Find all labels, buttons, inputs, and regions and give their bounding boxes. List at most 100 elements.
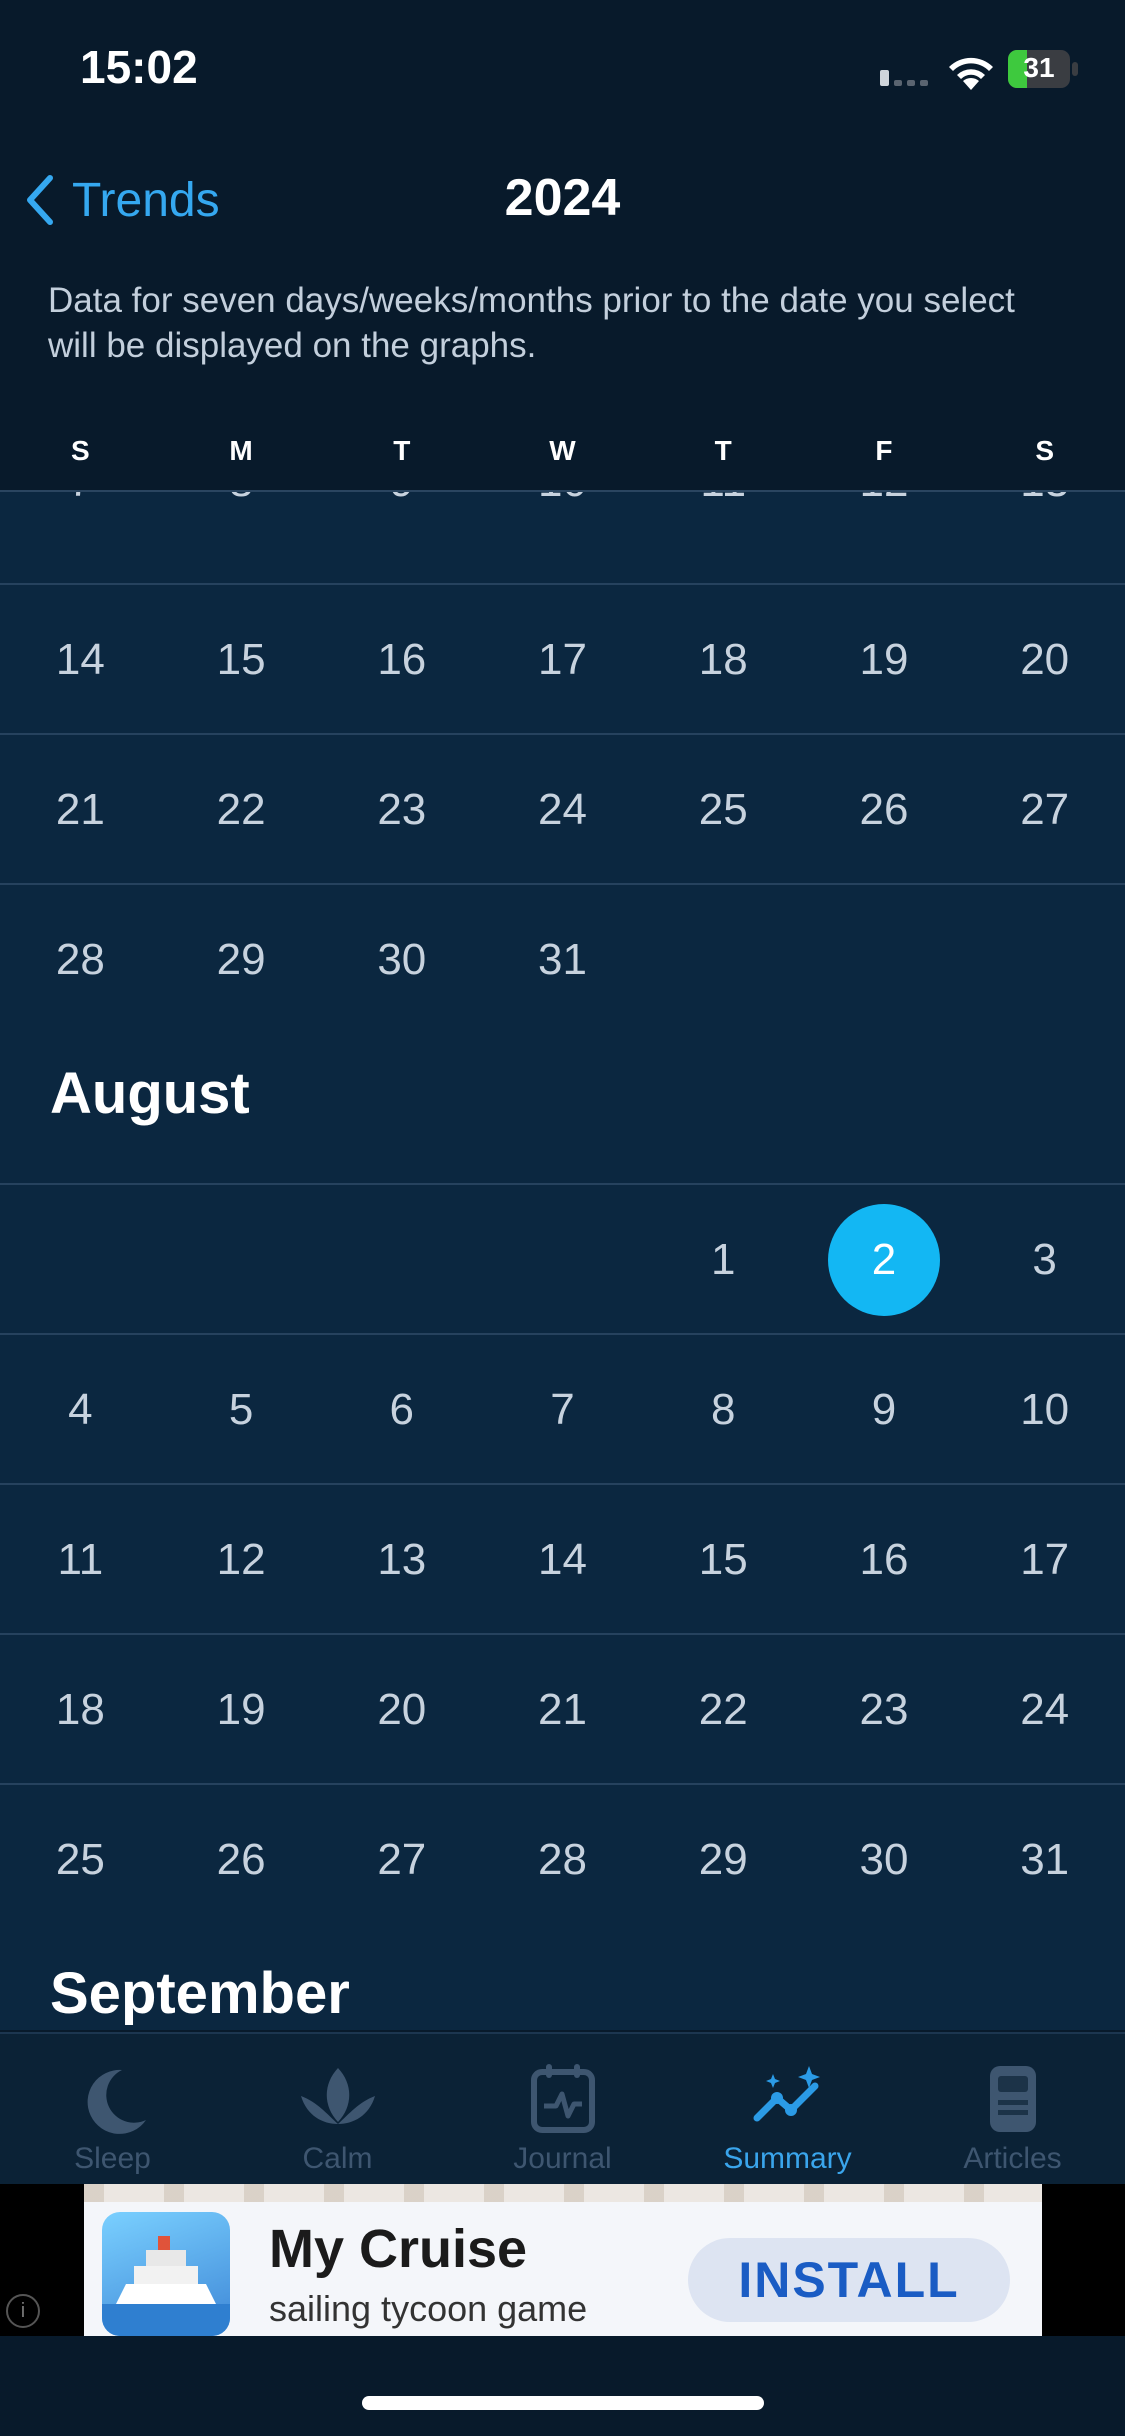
info-text: Data for seven days/weeks/months prior t… <box>48 281 1015 365</box>
ad-decoration <box>84 2184 1042 2202</box>
day-cell[interactable]: 31 <box>964 1785 1125 1935</box>
day-cell[interactable]: 5 <box>161 1335 322 1485</box>
day-cell[interactable]: 8 <box>161 490 322 557</box>
day-cell[interactable]: 16 <box>321 585 482 735</box>
day-cell[interactable]: 15 <box>161 585 322 735</box>
day-cell[interactable]: 3 <box>964 1185 1125 1335</box>
day-cell[interactable]: 9 <box>321 490 482 557</box>
ad-title: My Cruise <box>269 2219 528 2279</box>
cruise-ship-image <box>102 2212 230 2336</box>
tab-summary[interactable]: Summary <box>675 2034 900 2184</box>
day-cell[interactable]: 24 <box>482 735 643 885</box>
tab-calm[interactable]: Calm <box>225 2034 450 2184</box>
day-cell[interactable]: 24 <box>964 1635 1125 1785</box>
day-cell[interactable]: 9 <box>804 1335 965 1485</box>
day-cell[interactable]: 31 <box>482 885 643 1035</box>
day-cell[interactable]: 26 <box>161 1785 322 1935</box>
day-cell[interactable]: 6 <box>321 1335 482 1485</box>
cellular-signal-icon <box>880 70 928 86</box>
weekday-label: W <box>549 435 576 466</box>
tab-bar: Sleep Calm Journal Summary Articles <box>0 2032 1125 2184</box>
day-cell[interactable]: 12 <box>161 1485 322 1635</box>
tab-summary-label: Summary <box>723 2142 852 2175</box>
day-cell[interactable]: 15 <box>643 1485 804 1635</box>
day-cell[interactable]: 23 <box>804 1635 965 1785</box>
home-indicator[interactable] <box>362 2396 764 2410</box>
day-cell[interactable]: 22 <box>643 1635 804 1785</box>
day-cell[interactable]: 16 <box>804 1485 965 1635</box>
day-cell[interactable]: 18 <box>0 1635 161 1785</box>
day-cell[interactable]: 30 <box>321 885 482 1035</box>
day-cell[interactable]: 13 <box>964 490 1125 557</box>
home-indicator-area <box>0 2336 1125 2436</box>
tab-articles[interactable]: Articles <box>900 2034 1125 2184</box>
day-cell[interactable]: 28 <box>0 885 161 1035</box>
day-cell[interactable]: 22 <box>161 735 322 885</box>
weekday-label: M <box>229 435 253 466</box>
tab-calm-label: Calm <box>302 2142 373 2175</box>
day-cell[interactable]: 27 <box>321 1785 482 1935</box>
day-cell[interactable]: 17 <box>482 585 643 735</box>
day-cell <box>321 1185 482 1335</box>
day-cell[interactable]: 1 <box>643 1185 804 1335</box>
day-cell[interactable]: 7 <box>482 1335 643 1485</box>
status-time: 15:02 <box>80 41 198 93</box>
day-cell[interactable]: 21 <box>482 1635 643 1785</box>
day-cell[interactable]: 20 <box>321 1635 482 1785</box>
day-cell[interactable]: 23 <box>321 735 482 885</box>
weekday-label: F <box>875 435 893 466</box>
day-cell <box>804 885 965 1035</box>
day-cell <box>161 1185 322 1335</box>
day-cell[interactable]: 18 <box>643 585 804 735</box>
day-cell[interactable]: 25 <box>643 735 804 885</box>
calendar-week-row: 7 8 9 10 11 12 13 <box>0 490 1125 557</box>
day-cell[interactable]: 27 <box>964 735 1125 885</box>
page-title: 2024 <box>504 169 621 227</box>
day-cell[interactable]: 11 <box>643 490 804 557</box>
day-cell <box>0 1185 161 1335</box>
day-cell[interactable]: 19 <box>161 1635 322 1785</box>
tab-articles-label: Articles <box>963 2142 1062 2175</box>
day-cell[interactable]: 30 <box>804 1785 965 1935</box>
day-cell[interactable]: 26 <box>804 735 965 885</box>
day-cell <box>482 1185 643 1335</box>
day-cell[interactable]: 28 <box>482 1785 643 1935</box>
battery-icon: 31 <box>1008 50 1078 88</box>
install-button[interactable]: INSTALL <box>688 2238 1010 2322</box>
day-cell[interactable]: 4 <box>0 1335 161 1485</box>
day-cell[interactable]: 10 <box>482 490 643 557</box>
day-cell[interactable]: 21 <box>0 735 161 885</box>
day-cell[interactable]: 10 <box>964 1335 1125 1485</box>
battery-level-text: 31 <box>1023 52 1055 83</box>
day-cell[interactable]: 19 <box>804 585 965 735</box>
calendar-week-row: 4 5 6 7 8 9 10 <box>0 1333 1125 1485</box>
day-cell[interactable]: 8 <box>643 1335 804 1485</box>
calendar-scroll-view[interactable]: 7 8 9 10 11 12 13 14 15 16 17 18 19 20 2… <box>0 490 1125 2030</box>
selected-day-cell[interactable]: 2 <box>804 1185 965 1335</box>
day-cell[interactable]: 20 <box>964 585 1125 735</box>
journal-icon <box>530 2064 595 2133</box>
ad-info-icon[interactable]: i <box>6 2294 40 2328</box>
day-cell[interactable]: 13 <box>321 1485 482 1635</box>
day-cell[interactable]: 29 <box>643 1785 804 1935</box>
ad-card[interactable]: My Cruise sailing tycoon game INSTALL <box>84 2184 1042 2336</box>
day-cell[interactable]: 25 <box>0 1785 161 1935</box>
tab-sleep[interactable]: Sleep <box>0 2034 225 2184</box>
status-bar: 15:02 31 <box>0 0 1125 140</box>
selected-day-label: 2 <box>871 1235 897 1284</box>
ad-banner[interactable]: i My Cruise sailing tycoon game INSTALL <box>0 2184 1125 2336</box>
calendar-week-row: 25 26 27 28 29 30 31 <box>0 1783 1125 1935</box>
day-cell[interactable]: 17 <box>964 1485 1125 1635</box>
day-cell[interactable]: 7 <box>0 490 161 557</box>
weekday-label: S <box>71 435 90 466</box>
weekday-label: T <box>714 435 732 466</box>
tab-journal[interactable]: Journal <box>450 2034 675 2184</box>
day-cell[interactable]: 12 <box>804 490 965 557</box>
day-cell[interactable]: 29 <box>161 885 322 1035</box>
wifi-icon <box>949 57 993 90</box>
day-cell <box>964 885 1125 1035</box>
day-cell[interactable]: 11 <box>0 1485 161 1635</box>
day-cell[interactable]: 14 <box>482 1485 643 1635</box>
ad-subtitle: sailing tycoon game <box>269 2288 588 2329</box>
day-cell[interactable]: 14 <box>0 585 161 735</box>
